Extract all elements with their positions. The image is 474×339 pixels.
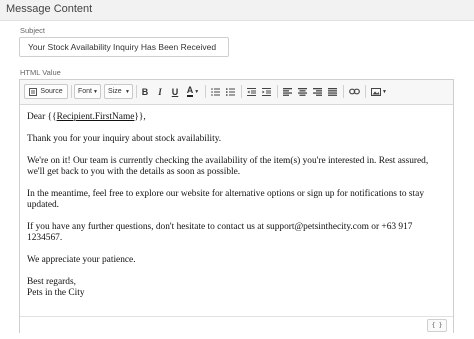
paragraph-contact: If you have any further questions, don't… <box>27 222 413 243</box>
bulleted-list-button[interactable] <box>224 84 237 99</box>
closing-block: Best regards, Pets in the City <box>27 277 447 299</box>
closing-text: Best regards, <box>27 277 76 287</box>
font-select[interactable]: Font ▼ <box>74 84 101 99</box>
font-select-label: Font <box>78 88 93 95</box>
link-button[interactable] <box>347 84 361 99</box>
chevron-down-icon: ▼ <box>194 88 200 95</box>
numbered-list-button[interactable] <box>209 84 222 99</box>
paragraph-checking: We're on it! Our team is currently check… <box>27 156 429 177</box>
greeting-suffix: }}, <box>134 112 146 122</box>
italic-icon: I <box>158 86 162 97</box>
chevron-down-icon: ▼ <box>382 88 387 95</box>
bold-icon: B <box>141 86 149 97</box>
indent-icon <box>262 87 271 96</box>
toolbar-separator <box>277 85 278 98</box>
toolbar-separator <box>241 85 242 98</box>
greeting-paragraph: Dear {{Recipient.FirstName}}, <box>27 112 447 123</box>
outdent-button[interactable] <box>245 84 258 99</box>
toolbar-separator <box>71 85 72 98</box>
indent-button[interactable] <box>260 84 273 99</box>
toolbar-separator <box>365 85 366 98</box>
align-right-icon <box>313 87 322 96</box>
image-button[interactable]: ▼ <box>369 84 389 99</box>
greeting-prefix: Dear {{ <box>27 112 57 122</box>
toolbar-separator <box>136 85 137 98</box>
panel-header: Message Content <box>0 0 474 21</box>
subject-label: Subject <box>20 26 46 35</box>
align-center-button[interactable] <box>296 84 309 99</box>
align-center-icon <box>298 87 307 96</box>
editor-statusbar: { } <box>20 316 453 333</box>
align-left-button[interactable] <box>281 84 294 99</box>
paragraph-patience: We appreciate your patience. <box>27 255 136 265</box>
size-select-label: Size <box>108 88 122 95</box>
toolbar-separator <box>343 85 344 98</box>
merge-tag-recipient-firstname: Recipient.FirstName <box>56 112 135 122</box>
size-select[interactable]: Size ▼ <box>104 84 133 99</box>
editor-content[interactable]: Dear {{Recipient.FirstName}}, Thank you … <box>27 112 447 299</box>
chevron-down-icon: ▼ <box>125 88 130 95</box>
italic-button[interactable]: I <box>154 84 166 99</box>
html-editor: Source Font ▼ Size ▼ B I U A ▼ ▼ Dear {{… <box>19 79 454 333</box>
html-value-label: HTML Value <box>20 68 61 77</box>
numbered-list-icon <box>211 87 220 96</box>
justify-button[interactable] <box>326 84 339 99</box>
source-button[interactable]: Source <box>24 84 68 99</box>
editor-toolbar: Source Font ▼ Size ▼ B I U A ▼ ▼ <box>20 80 453 105</box>
underline-icon: U <box>171 86 179 97</box>
bulleted-list-icon <box>226 87 235 96</box>
source-label: Source <box>40 88 63 95</box>
align-right-button[interactable] <box>311 84 324 99</box>
paragraph-thank-you: Thank you for your inquiry about stock a… <box>27 134 222 144</box>
code-braces-icon: { } <box>431 322 443 329</box>
justify-icon <box>328 87 337 96</box>
underline-button[interactable]: U <box>169 84 181 99</box>
code-view-button[interactable]: { } <box>427 319 447 332</box>
image-icon <box>371 87 382 96</box>
link-icon <box>348 88 360 95</box>
source-icon <box>29 87 38 96</box>
paragraph-meantime: In the meantime, feel free to explore ou… <box>27 189 425 210</box>
toolbar-separator <box>205 85 206 98</box>
align-left-icon <box>283 87 292 96</box>
subject-input[interactable]: Your Stock Availability Inquiry Has Been… <box>19 37 229 57</box>
font-color-button[interactable]: A ▼ <box>184 84 202 99</box>
outdent-icon <box>247 87 256 96</box>
signature-text: Pets in the City <box>27 288 85 298</box>
font-color-icon: A <box>186 85 194 97</box>
panel-title: Message Content <box>6 3 93 15</box>
chevron-down-icon: ▼ <box>93 88 98 95</box>
bold-button[interactable]: B <box>139 84 151 99</box>
